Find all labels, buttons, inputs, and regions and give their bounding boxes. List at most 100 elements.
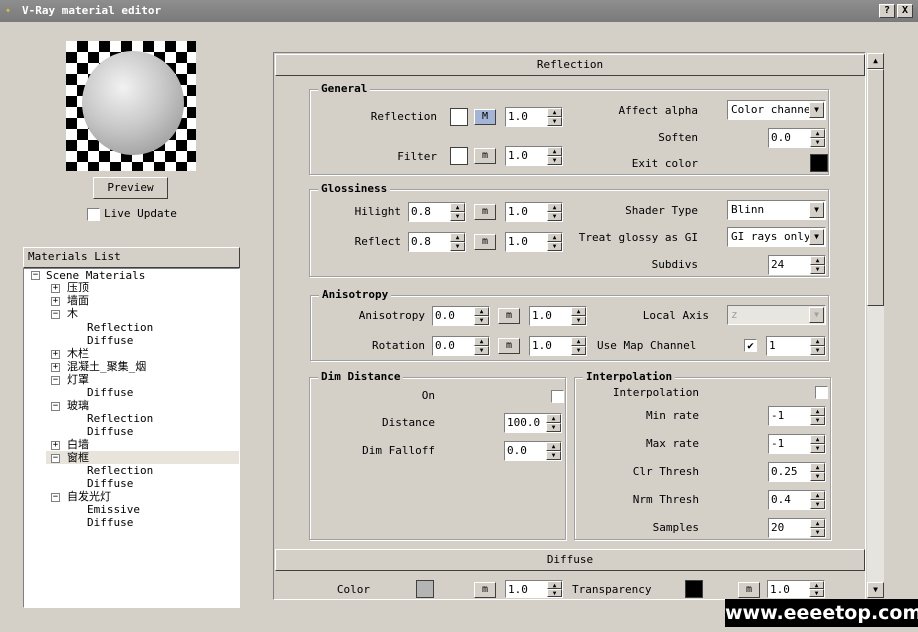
live-update-checkbox[interactable] (87, 208, 100, 221)
reflection-rollout-button[interactable]: Reflection (275, 54, 865, 76)
collapse-icon[interactable]: − (51, 310, 60, 319)
distance-spinner[interactable]: 100.0 ▲ ▼ (504, 413, 562, 433)
scroll-down-button[interactable]: ▼ (867, 582, 884, 598)
expand-icon[interactable]: + (51, 441, 60, 450)
use-map-channel-checkbox[interactable]: ✔ (744, 339, 757, 352)
tree-subitem[interactable]: Diffuse (87, 425, 133, 438)
materials-tree[interactable]: − Scene Materials + 压顶 + 墙面 − 木 Reflecti… (23, 268, 240, 608)
diffuse-color-swatch[interactable] (416, 580, 434, 598)
shader-type-value: Blinn (731, 203, 765, 216)
tree-root[interactable]: Scene Materials (46, 269, 145, 282)
tree-subitem[interactable]: Diffuse (87, 477, 133, 490)
clr-thresh-label: Clr Thresh (632, 465, 699, 478)
affect-alpha-dropdown[interactable]: Color channel ▼ (727, 100, 826, 120)
max-rate-value: -1 (771, 437, 785, 450)
samples-spinner[interactable]: 20 ▲ ▼ (768, 518, 826, 538)
reflect-spinner[interactable]: 0.8 ▲ ▼ (408, 232, 466, 252)
anisotropy-value: 0.0 (435, 309, 455, 322)
diffuse-rollout-button[interactable]: Diffuse (275, 549, 865, 571)
scroll-up-button[interactable]: ▲ (867, 53, 884, 69)
rotation-spinner[interactable]: 0.0 ▲ ▼ (432, 336, 490, 356)
reflection-map-button[interactable]: M (474, 109, 496, 125)
rotation-map-button[interactable]: m (498, 338, 520, 354)
diffuse-amount-spinner[interactable]: 1.0 ▲ ▼ (505, 580, 563, 598)
transparency-amount-value: 1.0 (770, 583, 790, 596)
collapse-icon[interactable]: − (51, 402, 60, 411)
transparency-amount-spinner[interactable]: 1.0 ▲ ▼ (767, 580, 825, 598)
exit-color-label: Exit color (631, 157, 698, 170)
filter-amount-spinner[interactable]: 1.0 ▲ ▼ (505, 146, 563, 166)
nrm-thresh-spinner[interactable]: 0.4 ▲ ▼ (768, 490, 826, 510)
rotation-mult-spinner[interactable]: 1.0 ▲ ▼ (529, 336, 587, 356)
local-axis-label: Local Axis (642, 309, 709, 322)
soften-spinner[interactable]: 0.0 ▲ ▼ (768, 128, 826, 148)
map-channel-spinner[interactable]: 1 ▲ ▼ (766, 336, 826, 356)
tree-subitem[interactable]: Diffuse (87, 386, 133, 399)
reflection-color-swatch[interactable] (450, 108, 468, 126)
tree-item[interactable]: 木 (67, 307, 78, 320)
vertical-scrollbar[interactable]: ▲ ▼ (867, 53, 884, 598)
collapse-icon[interactable]: − (51, 493, 60, 502)
samples-value: 20 (771, 521, 785, 534)
transparency-swatch[interactable] (685, 580, 703, 598)
scroll-thumb[interactable] (867, 69, 884, 306)
tree-item[interactable]: 木栏 (67, 347, 89, 360)
map-channel-value: 1 (769, 339, 776, 352)
watermark: www.eeeetop.com (725, 599, 918, 627)
tree-item-selected[interactable]: 窗框 (67, 451, 89, 464)
tree-subitem[interactable]: Diffuse (87, 334, 133, 347)
expand-icon[interactable]: + (51, 297, 60, 306)
preview-button[interactable]: Preview (93, 177, 168, 199)
max-rate-spinner[interactable]: -1 ▲ ▼ (768, 434, 826, 454)
reflect-map-button[interactable]: m (474, 234, 496, 250)
hilight-map-button[interactable]: m (474, 204, 496, 220)
tree-item[interactable]: 混凝土_聚集_烟 (67, 360, 146, 373)
exit-color-swatch[interactable] (810, 154, 828, 172)
general-title: General (318, 83, 371, 95)
anisotropy-spinner[interactable]: 0.0 ▲ ▼ (432, 306, 490, 326)
min-rate-spinner[interactable]: -1 ▲ ▼ (768, 406, 826, 426)
tree-subitem[interactable]: Reflection (87, 464, 153, 477)
local-axis-dropdown[interactable]: z ▼ (727, 305, 826, 325)
tree-item[interactable]: 玻璃 (67, 399, 89, 412)
interpolation-checkbox[interactable] (815, 386, 828, 399)
diffuse-map-button[interactable]: m (474, 582, 496, 598)
expand-icon[interactable]: + (51, 363, 60, 372)
collapse-icon[interactable]: − (51, 376, 60, 385)
anisotropy-mult-spinner[interactable]: 1.0 ▲ ▼ (529, 306, 587, 326)
shader-type-dropdown[interactable]: Blinn ▼ (727, 200, 826, 220)
reflection-amount-spinner[interactable]: 1.0 ▲ ▼ (505, 107, 563, 127)
dim-on-checkbox[interactable] (551, 390, 564, 403)
reflect-mult-spinner[interactable]: 1.0 ▲ ▼ (505, 232, 563, 252)
subdivs-spinner[interactable]: 24 ▲ ▼ (768, 255, 826, 275)
tree-subitem[interactable]: Emissive (87, 503, 140, 516)
transparency-map-button[interactable]: m (738, 582, 760, 598)
tree-item[interactable]: 白墙 (67, 438, 89, 451)
tree-subitem[interactable]: Reflection (87, 321, 153, 334)
tree-item[interactable]: 墙面 (67, 294, 89, 307)
close-button[interactable]: X (897, 4, 913, 18)
chevron-down-icon: ▼ (809, 202, 824, 218)
treat-glossy-dropdown[interactable]: GI rays only ▼ (727, 227, 826, 247)
tree-subitem[interactable]: Diffuse (87, 516, 133, 529)
help-button[interactable]: ? (879, 4, 895, 18)
tree-item[interactable]: 压顶 (67, 281, 89, 294)
dim-falloff-spinner[interactable]: 0.0 ▲ ▼ (504, 441, 562, 461)
tree-subitem[interactable]: Reflection (87, 412, 153, 425)
hilight-spinner[interactable]: 0.8 ▲ ▼ (408, 202, 466, 222)
interpolation-title: Interpolation (583, 371, 676, 383)
tree-item[interactable]: 灯罩 (67, 373, 89, 386)
hilight-mult-spinner[interactable]: 1.0 ▲ ▼ (505, 202, 563, 222)
collapse-icon[interactable]: − (31, 271, 40, 280)
expand-icon[interactable]: + (51, 284, 60, 293)
filter-map-button[interactable]: m (474, 148, 496, 164)
expand-icon[interactable]: + (51, 350, 60, 359)
rotation-value: 0.0 (435, 339, 455, 352)
filter-color-swatch[interactable] (450, 147, 468, 165)
collapse-icon[interactable]: − (51, 454, 60, 463)
materials-list-header: Materials List (23, 247, 240, 268)
clr-thresh-spinner[interactable]: 0.25 ▲ ▼ (768, 462, 826, 482)
anisotropy-map-button[interactable]: m (498, 308, 520, 324)
tree-item[interactable]: 自发光灯 (67, 490, 111, 503)
anisotropy-title: Anisotropy (319, 289, 392, 301)
